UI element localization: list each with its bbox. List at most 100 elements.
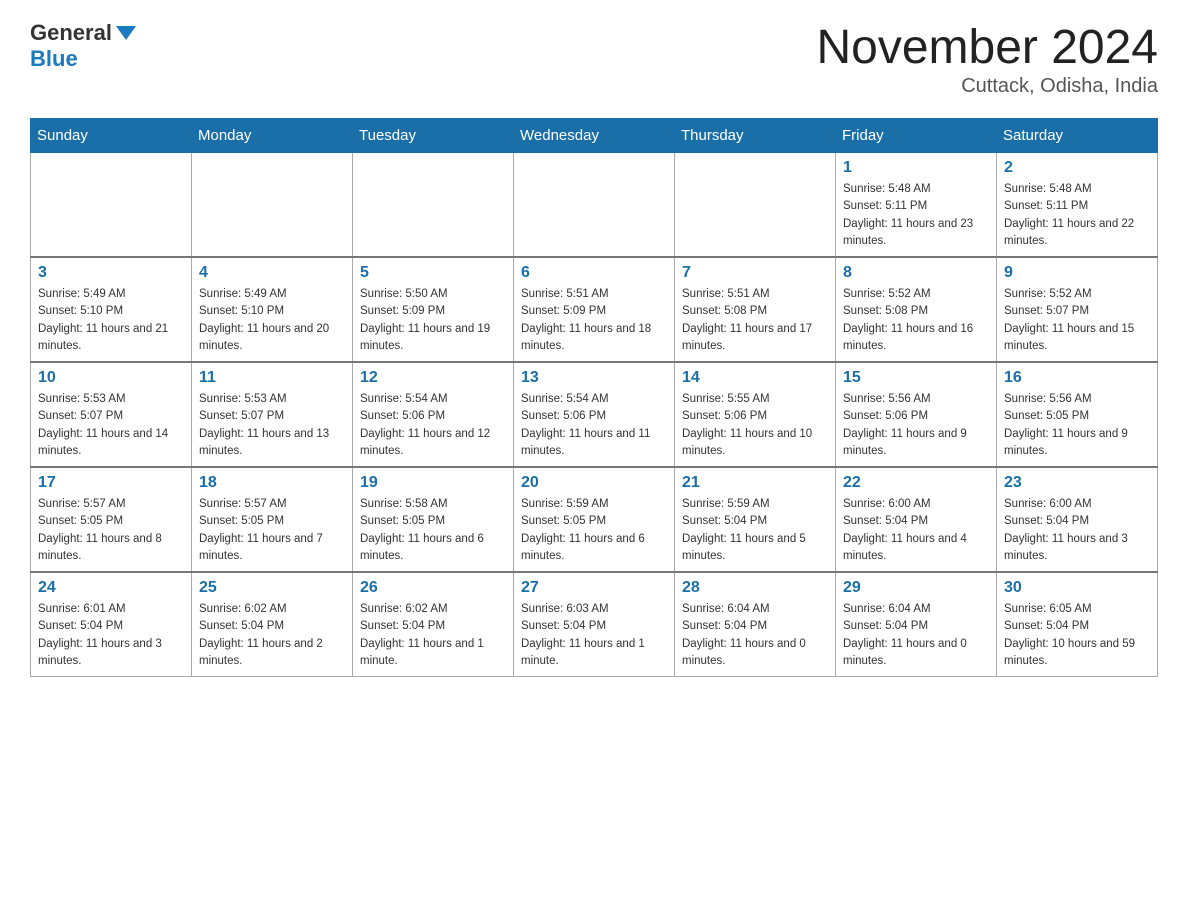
- calendar-cell: 23 Sunrise: 6:00 AM Sunset: 5:04 PM Dayli…: [997, 467, 1158, 572]
- calendar-cell: 2 Sunrise: 5:48 AM Sunset: 5:11 PM Daylig…: [997, 153, 1158, 258]
- calendar-week-row: 1 Sunrise: 5:48 AM Sunset: 5:11 PM Daylig…: [31, 153, 1158, 258]
- day-number: 23: [1004, 474, 1150, 492]
- calendar-cell: 24 Sunrise: 6:01 AM Sunset: 5:04 PM Dayli…: [31, 572, 192, 677]
- logo-blue-label: Blue: [30, 46, 78, 72]
- header: General Blue November 2024 Cuttack, Odis…: [30, 20, 1158, 98]
- day-number: 9: [1004, 264, 1150, 282]
- title-area: November 2024 Cuttack, Odisha, India: [816, 20, 1158, 98]
- calendar-cell: 18 Sunrise: 5:57 AM Sunset: 5:05 PM Dayli…: [192, 467, 353, 572]
- calendar-week-row: 10 Sunrise: 5:53 AM Sunset: 5:07 PM Dayli…: [31, 362, 1158, 467]
- day-info: Sunrise: 5:53 AM Sunset: 5:07 PM Dayligh…: [38, 391, 184, 460]
- day-number: 13: [521, 369, 667, 387]
- day-info: Sunrise: 6:02 AM Sunset: 5:04 PM Dayligh…: [360, 601, 506, 670]
- day-info: Sunrise: 6:04 AM Sunset: 5:04 PM Dayligh…: [843, 601, 989, 670]
- day-info: Sunrise: 6:01 AM Sunset: 5:04 PM Dayligh…: [38, 601, 184, 670]
- calendar-cell: 1Sunrise: 5:48 AM Sunset: 5:11 PM Daylig…: [836, 153, 997, 258]
- calendar-body: 1 Sunrise: 5:48 AM Sunset: 5:11 PM Daylig…: [31, 153, 1158, 677]
- calendar-cell: 27 Sunrise: 6:03 AM Sunset: 5:04 PM Dayli…: [514, 572, 675, 677]
- calendar-cell: 8Sunrise: 5:52 AM Sunset: 5:08 PM Daylig…: [836, 257, 997, 362]
- day-info: Sunrise: 5:57 AM Sunset: 5:05 PM Dayligh…: [38, 496, 184, 565]
- day-number: 24: [38, 579, 184, 597]
- day-info: Sunrise: 6:00 AM Sunset: 5:04 PM Dayligh…: [843, 496, 989, 565]
- day-info: Sunrise: 6:00 AM Sunset: 5:04 PM Dayligh…: [1004, 496, 1150, 565]
- day-number: 25: [199, 579, 345, 597]
- weekday-header-tuesday: Tuesday: [353, 119, 514, 153]
- calendar-cell: 12 Sunrise: 5:54 AM Sunset: 5:06 PM Dayli…: [353, 362, 514, 467]
- day-info: Sunrise: 5:50 AM Sunset: 5:09 PM Dayligh…: [360, 286, 506, 355]
- day-number: 10: [38, 369, 184, 387]
- day-number: 3: [38, 264, 184, 282]
- calendar-cell: 29 Sunrise: 6:04 AM Sunset: 5:04 PM Dayli…: [836, 572, 997, 677]
- day-info: Sunrise: 5:57 AM Sunset: 5:05 PM Dayligh…: [199, 496, 345, 565]
- day-info: Sunrise: 5:53 AM Sunset: 5:07 PM Dayligh…: [199, 391, 345, 460]
- day-info: Sunrise: 5:54 AM Sunset: 5:06 PM Dayligh…: [521, 391, 667, 460]
- day-number: 12: [360, 369, 506, 387]
- logo-triangle-icon: [116, 26, 136, 40]
- day-number: 26: [360, 579, 506, 597]
- day-info: Sunrise: 5:49 AM Sunset: 5:10 PM Dayligh…: [38, 286, 184, 355]
- calendar-week-row: 3 Sunrise: 5:49 AM Sunset: 5:10 PM Daylig…: [31, 257, 1158, 362]
- day-info: Sunrise: 5:51 AM Sunset: 5:09 PM Dayligh…: [521, 286, 667, 355]
- calendar-cell: 9 Sunrise: 5:52 AM Sunset: 5:07 PM Daylig…: [997, 257, 1158, 362]
- day-number: 17: [38, 474, 184, 492]
- calendar-cell: 28Sunrise: 6:04 AM Sunset: 5:04 PM Dayli…: [675, 572, 836, 677]
- calendar-cell: 19 Sunrise: 5:58 AM Sunset: 5:05 PM Dayli…: [353, 467, 514, 572]
- day-number: 2: [1004, 159, 1150, 177]
- day-info: Sunrise: 5:56 AM Sunset: 5:05 PM Dayligh…: [1004, 391, 1150, 460]
- day-info: Sunrise: 5:59 AM Sunset: 5:04 PM Dayligh…: [682, 496, 828, 565]
- calendar-cell: 22Sunrise: 6:00 AM Sunset: 5:04 PM Dayli…: [836, 467, 997, 572]
- day-number: 7: [682, 264, 828, 282]
- calendar-cell: 30 Sunrise: 6:05 AM Sunset: 5:04 PM Dayli…: [997, 572, 1158, 677]
- calendar-cell: 4 Sunrise: 5:49 AM Sunset: 5:10 PM Daylig…: [192, 257, 353, 362]
- calendar-cell: 17 Sunrise: 5:57 AM Sunset: 5:05 PM Dayli…: [31, 467, 192, 572]
- day-info: Sunrise: 5:52 AM Sunset: 5:07 PM Dayligh…: [1004, 286, 1150, 355]
- calendar-cell: [353, 153, 514, 258]
- location-subtitle: Cuttack, Odisha, India: [816, 75, 1158, 98]
- calendar-cell: 14Sunrise: 5:55 AM Sunset: 5:06 PM Dayli…: [675, 362, 836, 467]
- day-number: 21: [682, 474, 828, 492]
- calendar-cell: 25 Sunrise: 6:02 AM Sunset: 5:04 PM Dayli…: [192, 572, 353, 677]
- calendar-cell: 26 Sunrise: 6:02 AM Sunset: 5:04 PM Dayli…: [353, 572, 514, 677]
- calendar-cell: 16Sunrise: 5:56 AM Sunset: 5:05 PM Dayli…: [997, 362, 1158, 467]
- day-info: Sunrise: 6:05 AM Sunset: 5:04 PM Dayligh…: [1004, 601, 1150, 670]
- day-info: Sunrise: 5:55 AM Sunset: 5:06 PM Dayligh…: [682, 391, 828, 460]
- day-info: Sunrise: 5:58 AM Sunset: 5:05 PM Dayligh…: [360, 496, 506, 565]
- day-info: Sunrise: 5:48 AM Sunset: 5:11 PM Dayligh…: [1004, 181, 1150, 250]
- weekday-header-saturday: Saturday: [997, 119, 1158, 153]
- day-info: Sunrise: 6:02 AM Sunset: 5:04 PM Dayligh…: [199, 601, 345, 670]
- calendar-cell: 15Sunrise: 5:56 AM Sunset: 5:06 PM Dayli…: [836, 362, 997, 467]
- day-info: Sunrise: 5:54 AM Sunset: 5:06 PM Dayligh…: [360, 391, 506, 460]
- day-number: 4: [199, 264, 345, 282]
- calendar-week-row: 17 Sunrise: 5:57 AM Sunset: 5:05 PM Dayli…: [31, 467, 1158, 572]
- calendar-header: SundayMondayTuesdayWednesdayThursdayFrid…: [31, 119, 1158, 153]
- logo-general: General: [30, 20, 112, 46]
- weekday-header-sunday: Sunday: [31, 119, 192, 153]
- calendar-cell: 6 Sunrise: 5:51 AM Sunset: 5:09 PM Daylig…: [514, 257, 675, 362]
- calendar-cell: 3 Sunrise: 5:49 AM Sunset: 5:10 PM Daylig…: [31, 257, 192, 362]
- day-info: Sunrise: 6:03 AM Sunset: 5:04 PM Dayligh…: [521, 601, 667, 670]
- weekday-header-thursday: Thursday: [675, 119, 836, 153]
- day-info: Sunrise: 5:56 AM Sunset: 5:06 PM Dayligh…: [843, 391, 989, 460]
- calendar-cell: [514, 153, 675, 258]
- calendar-cell: 7Sunrise: 5:51 AM Sunset: 5:08 PM Daylig…: [675, 257, 836, 362]
- day-number: 27: [521, 579, 667, 597]
- day-info: Sunrise: 5:49 AM Sunset: 5:10 PM Dayligh…: [199, 286, 345, 355]
- calendar-cell: 20Sunrise: 5:59 AM Sunset: 5:05 PM Dayli…: [514, 467, 675, 572]
- weekday-header-monday: Monday: [192, 119, 353, 153]
- day-info: Sunrise: 5:59 AM Sunset: 5:05 PM Dayligh…: [521, 496, 667, 565]
- day-number: 19: [360, 474, 506, 492]
- day-number: 6: [521, 264, 667, 282]
- calendar-cell: 11Sunrise: 5:53 AM Sunset: 5:07 PM Dayli…: [192, 362, 353, 467]
- weekday-header-wednesday: Wednesday: [514, 119, 675, 153]
- calendar-week-row: 24 Sunrise: 6:01 AM Sunset: 5:04 PM Dayli…: [31, 572, 1158, 677]
- logo: General Blue: [30, 20, 136, 72]
- calendar-cell: 13 Sunrise: 5:54 AM Sunset: 5:06 PM Dayli…: [514, 362, 675, 467]
- calendar-cell: 21 Sunrise: 5:59 AM Sunset: 5:04 PM Dayli…: [675, 467, 836, 572]
- day-number: 29: [843, 579, 989, 597]
- day-number: 30: [1004, 579, 1150, 597]
- day-number: 5: [360, 264, 506, 282]
- calendar: SundayMondayTuesdayWednesdayThursdayFrid…: [30, 118, 1158, 677]
- day-number: 1: [843, 159, 989, 177]
- day-info: Sunrise: 6:04 AM Sunset: 5:04 PM Dayligh…: [682, 601, 828, 670]
- day-number: 18: [199, 474, 345, 492]
